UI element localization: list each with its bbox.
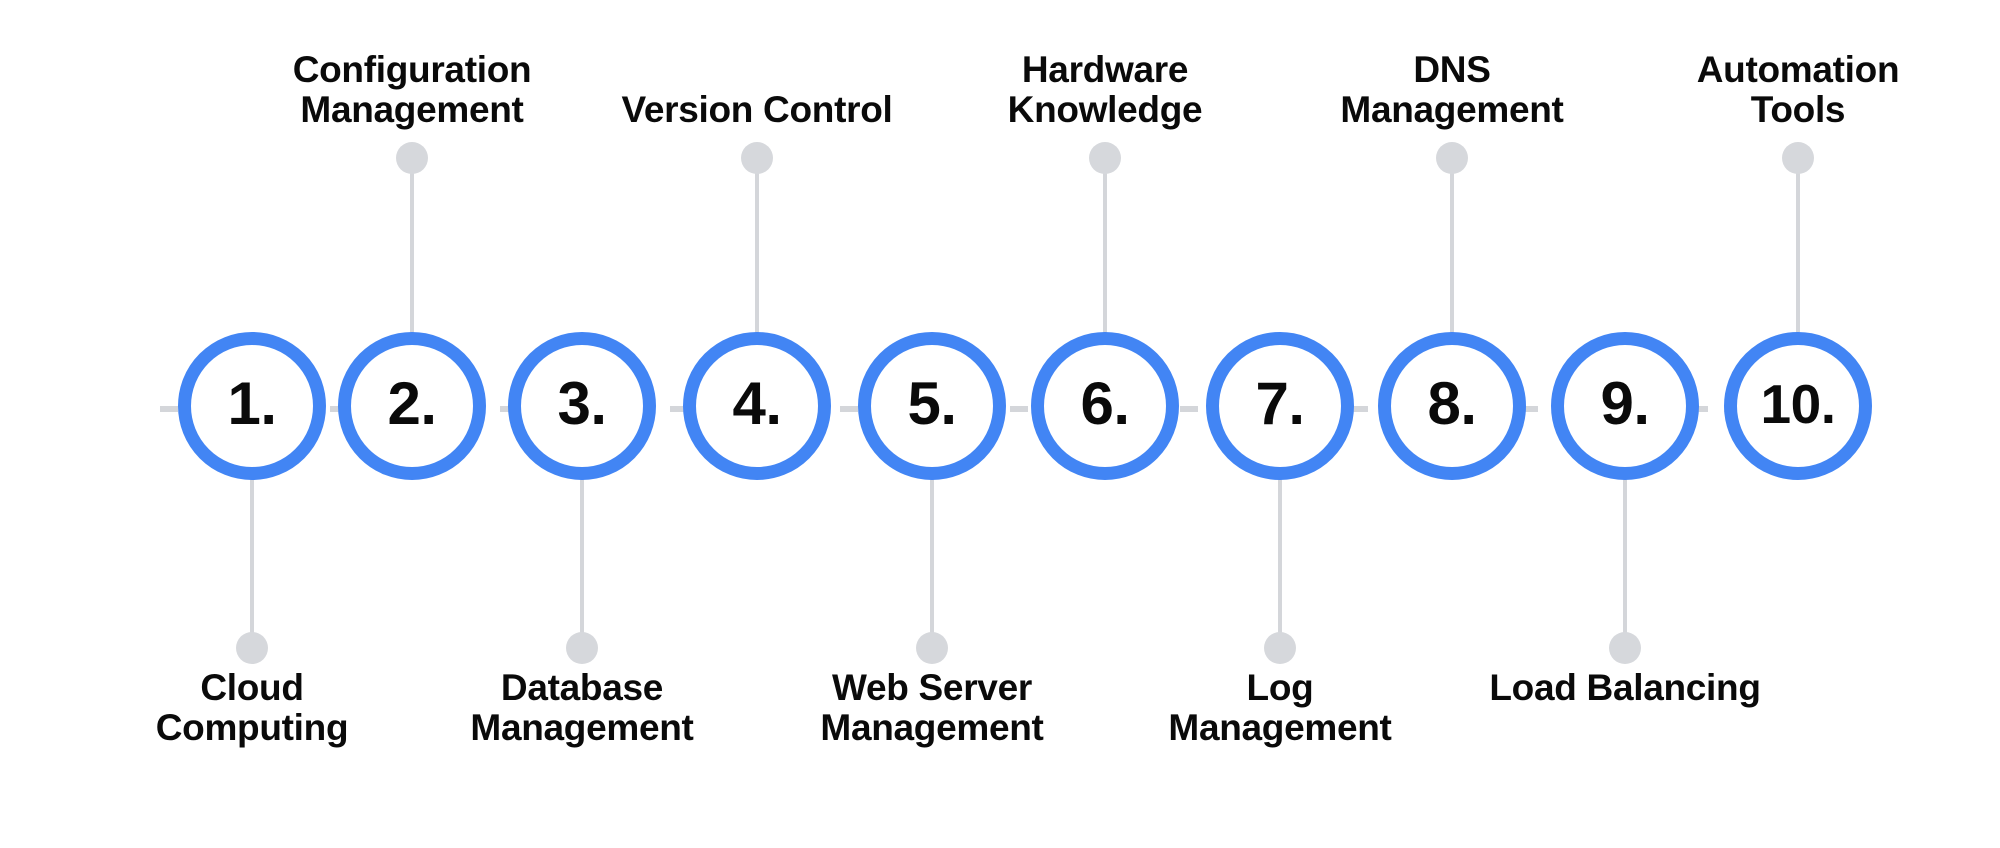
timeline-step[interactable]: DNS Management8.DNS Management — [1340, 0, 1564, 848]
step-circle[interactable]: 1. — [178, 332, 326, 480]
connector-dot-top-icon — [1782, 142, 1814, 174]
connector-dot-top-icon — [1436, 142, 1468, 174]
step-number: 5. — [907, 370, 957, 437]
connector-stem-top — [1796, 155, 1800, 345]
step-number: 4. — [732, 370, 782, 437]
step-circle[interactable]: 8. — [1378, 332, 1526, 480]
step-number: 7. — [1255, 370, 1305, 437]
step-circle[interactable]: 3. — [508, 332, 656, 480]
connector-dot-top-icon — [741, 142, 773, 174]
step-circle[interactable]: 2. — [338, 332, 486, 480]
connector-stem-bottom — [930, 465, 934, 647]
connector-stem-top — [1450, 155, 1454, 345]
connector-stem-bottom — [250, 465, 254, 647]
connector-dot-bottom-icon — [1609, 632, 1641, 664]
connector-dot-bottom-icon — [916, 632, 948, 664]
step-number: 6. — [1080, 370, 1130, 437]
timeline-node-list: Cloud Computing1.Cloud ComputingConfigur… — [0, 0, 2000, 848]
connector-dot-top-icon — [1089, 142, 1121, 174]
step-number: 1. — [227, 370, 277, 437]
step-circle[interactable]: 7. — [1206, 332, 1354, 480]
timeline-infographic: Cloud Computing1.Cloud ComputingConfigur… — [0, 0, 2000, 848]
connector-stem-top — [410, 155, 414, 345]
step-label-top: Automation Tools — [1696, 49, 1900, 131]
connector-dot-bottom-icon — [566, 632, 598, 664]
step-number: 2. — [387, 370, 437, 437]
connector-dot-bottom-icon — [1264, 632, 1296, 664]
step-number: 10. — [1760, 372, 1836, 435]
step-number: 9. — [1600, 370, 1650, 437]
step-number: 3. — [557, 370, 607, 437]
step-circle[interactable]: 10. — [1724, 332, 1872, 480]
step-number: 8. — [1427, 370, 1477, 437]
step-circle[interactable]: 4. — [683, 332, 831, 480]
connector-stem-bottom — [580, 465, 584, 647]
connector-stem-top — [1103, 155, 1107, 345]
connector-stem-top — [755, 155, 759, 345]
connector-stem-bottom — [1278, 465, 1282, 647]
step-circle[interactable]: 9. — [1551, 332, 1699, 480]
step-circle[interactable]: 6. — [1031, 332, 1179, 480]
step-circle[interactable]: 5. — [858, 332, 1006, 480]
connector-stem-bottom — [1623, 465, 1627, 647]
connector-dot-bottom-icon — [236, 632, 268, 664]
timeline-step[interactable]: Automation Tools10.Automation Tools — [1697, 0, 1900, 848]
connector-dot-top-icon — [396, 142, 428, 174]
